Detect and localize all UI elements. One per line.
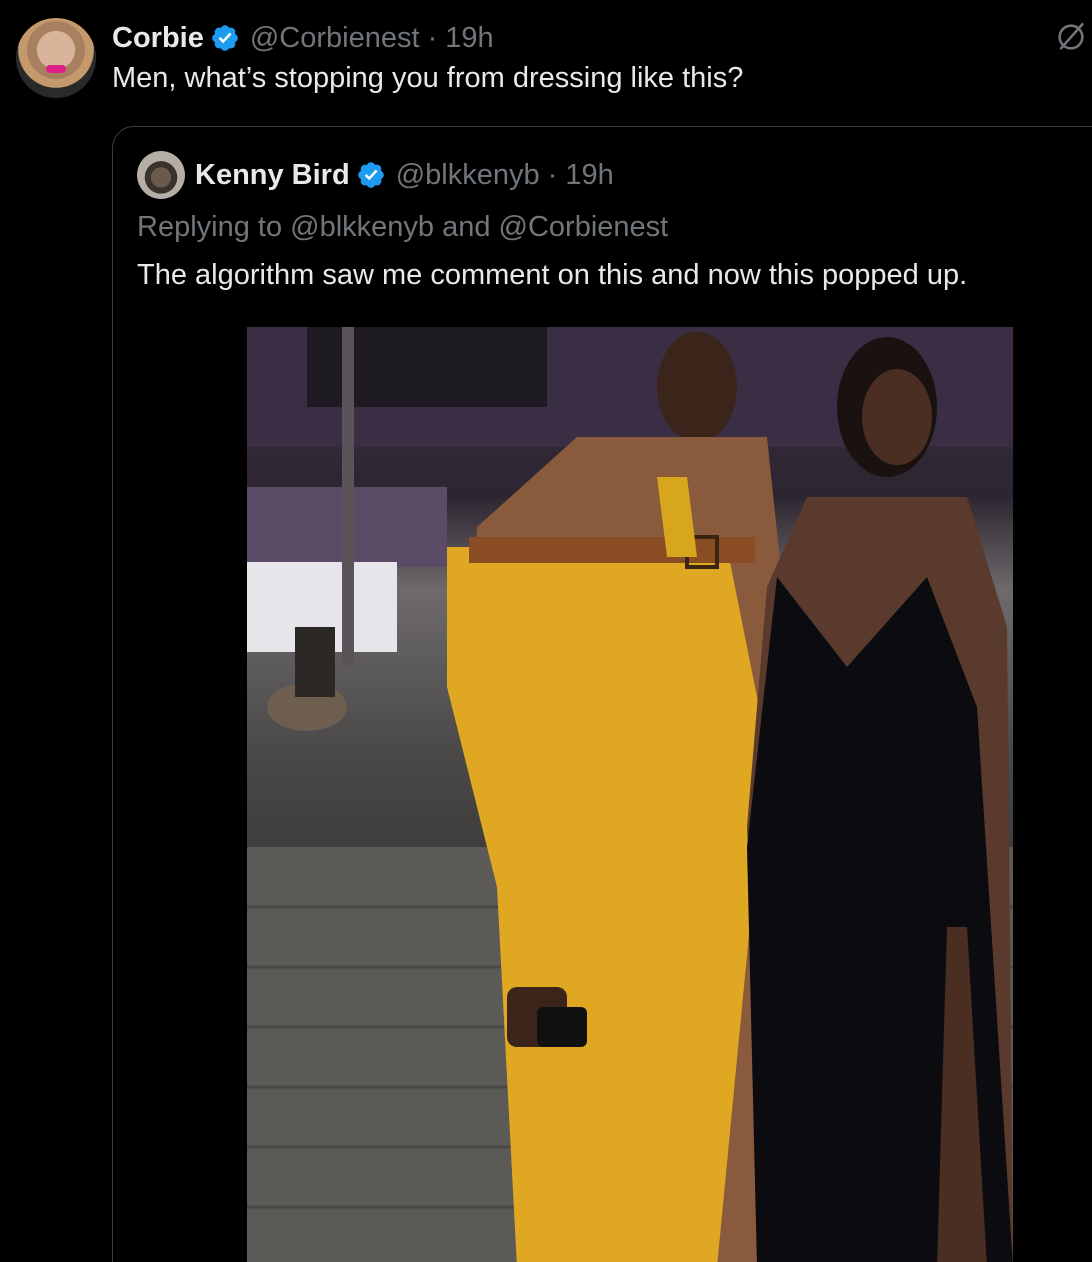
author-handle-and-time[interactable]: @Corbienest · 19h — [250, 22, 494, 55]
woman-face — [862, 369, 932, 465]
photo-illustration — [247, 327, 1013, 1262]
author-avatar[interactable] — [16, 18, 96, 98]
street-pole — [342, 327, 354, 667]
tweet-text: Men, what’s stopping you from dressing l… — [112, 62, 744, 94]
quoted-tweet[interactable]: Kenny Bird @blkkenyb · 19h Replying to @… — [112, 126, 1092, 1262]
quoted-author-display-name[interactable]: Kenny Bird — [195, 159, 350, 192]
tweet-header: Corbie @Corbienest · 19h — [112, 18, 494, 58]
phone — [537, 1007, 587, 1047]
quoted-tweet-header: Kenny Bird @blkkenyb · 19h — [195, 155, 614, 195]
quoted-author-avatar[interactable] — [137, 151, 185, 199]
quoted-tweet-text: The algorithm saw me comment on this and… — [137, 259, 968, 291]
tweet[interactable]: Corbie @Corbienest · 19h Men, what’s sto… — [0, 0, 1092, 1262]
avatar-mustache-prop — [46, 65, 66, 73]
replying-to: Replying to @blkkenyb and @Corbienest — [137, 211, 669, 243]
seated-person — [295, 627, 335, 697]
author-display-name[interactable]: Corbie — [112, 22, 204, 55]
tweet-photo[interactable] — [247, 327, 1013, 1262]
man-head — [657, 332, 737, 442]
grok-icon[interactable] — [1054, 20, 1088, 54]
verified-badge-icon — [212, 25, 238, 51]
man-belt — [469, 537, 755, 563]
quoted-author-handle-and-time[interactable]: @blkkenyb · 19h — [396, 159, 614, 192]
verified-badge-icon — [357, 162, 384, 188]
